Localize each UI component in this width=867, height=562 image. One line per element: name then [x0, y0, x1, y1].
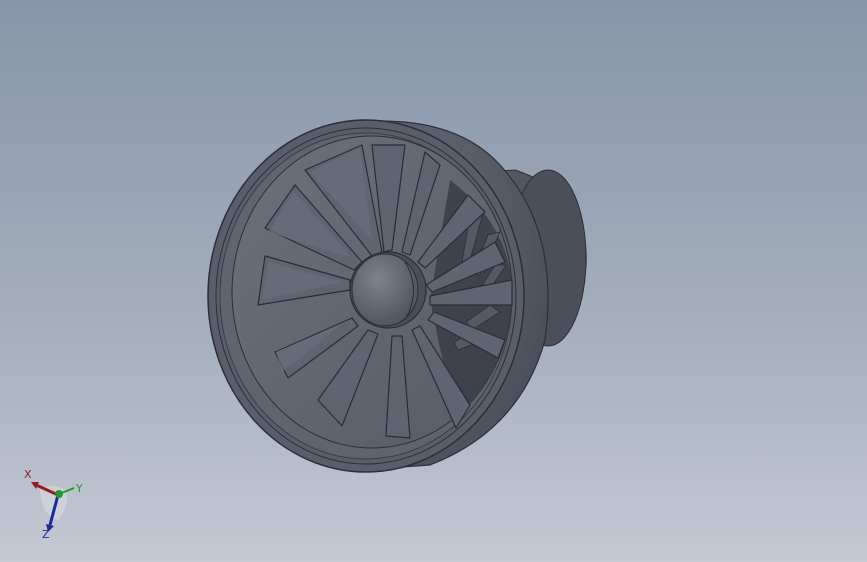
y-axis-label: Y: [75, 482, 83, 495]
z-axis-label: Z: [42, 528, 50, 541]
x-axis-label: X: [24, 468, 32, 481]
orientation-triad[interactable]: X Y Z: [18, 462, 98, 542]
graphics-viewport[interactable]: X Y Z: [0, 0, 867, 562]
ducted-fan-model[interactable]: [0, 0, 867, 562]
hub-spinner: [351, 253, 419, 327]
